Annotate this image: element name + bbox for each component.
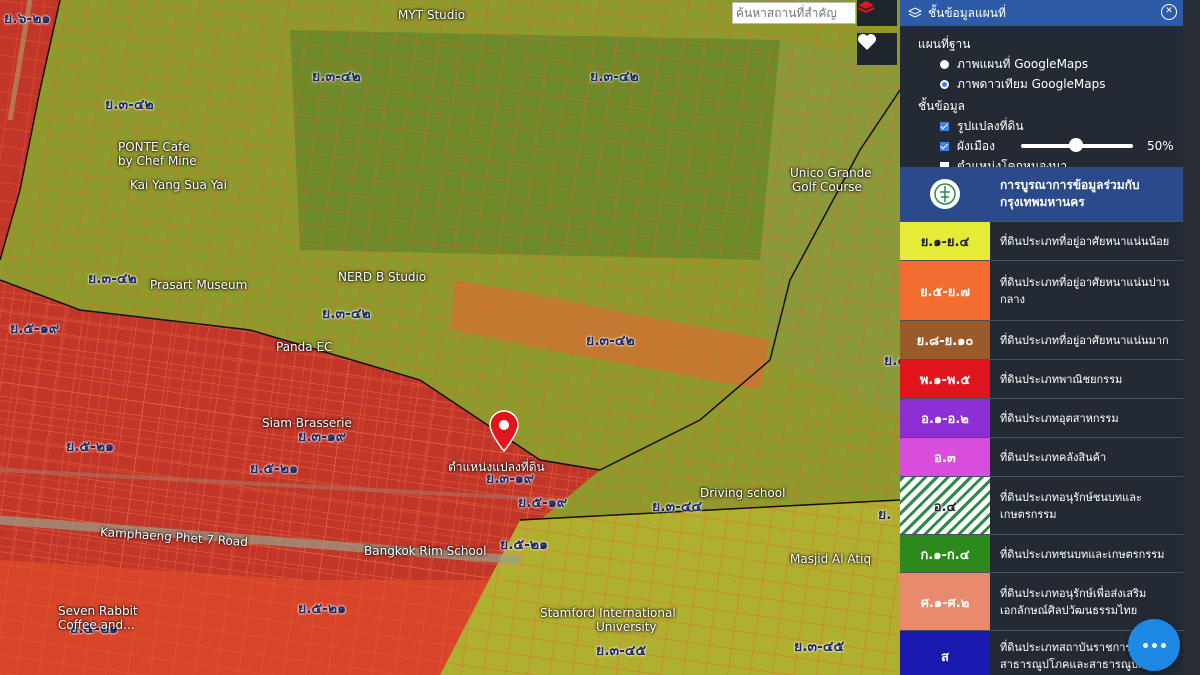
opacity-value: 50% [1146, 139, 1174, 153]
legend-description: ที่ดินประเภทที่อยู่อาศัยหนาแน่นน้อย [1000, 235, 1170, 248]
marker-label: ตำแหน่งแปลงที่ดิน [448, 460, 545, 474]
checkbox[interactable] [940, 121, 949, 131]
legend-row: ก.๑-ก.๔ ที่ดินประเภทชนบทและเกษตรกรรม [900, 534, 1183, 573]
favorite-button[interactable] [857, 33, 897, 65]
place-label: Coffee and... [58, 618, 135, 632]
dot [1160, 642, 1166, 648]
legend-description: ที่ดินประเภทพาณิชยกรรม [1000, 373, 1123, 386]
bma-logo [930, 179, 960, 209]
legend-swatch: ย.๘-ย.๑๐ [900, 321, 990, 360]
place-label: University [596, 620, 657, 634]
place-label: Bangkok Rim School [364, 544, 487, 558]
legend-swatch: ศ.๑-ศ.๒ [900, 573, 990, 631]
layers-icon [857, 1, 875, 14]
zone-label: ย.๖-๒๑ [4, 11, 51, 27]
slider-handle[interactable] [1068, 138, 1083, 152]
heart-icon [858, 34, 876, 50]
checkbox[interactable] [940, 141, 949, 151]
dot [1142, 642, 1148, 648]
zone-label: ย.๕-๑๙ [518, 495, 568, 511]
place-label: MYT Studio [398, 8, 466, 22]
panel-header: ชั้นข้อมูลแผนที่ ✕ [900, 0, 1183, 26]
legend-swatch: อ.๓ [900, 438, 990, 477]
option-label: ภาพแผนที่ GoogleMaps [957, 56, 1089, 71]
legend-description: ที่ดินประเภทอนุรักษ์ชนบทและเกษตรกรรม [1000, 491, 1142, 521]
legend-swatch: ย.๑-ย.๔ [900, 222, 990, 261]
zone-label: ย.๓-๔๒ [586, 333, 635, 349]
zone-label: ย.๓-๔๒ [105, 97, 154, 113]
place-label: PONTE Cafe [118, 140, 190, 154]
place-label: Seven Rabbit [58, 604, 138, 618]
legend-swatch: พ.๑-พ.๕ [900, 360, 990, 399]
place-label: Siam Brasserie [262, 416, 352, 430]
zone-label: ย.๓-๔๒ [322, 306, 371, 322]
bma-text: กรุงเทพมหานคร [1000, 195, 1085, 209]
legend-row: อ.๔ ที่ดินประเภทอนุรักษ์ชนบทและเกษตรกรรม [900, 476, 1183, 535]
legend-description: ที่ดินประเภทชนบทและเกษตรกรรม [1000, 547, 1165, 561]
layer-option-cityplan[interactable]: ผังเมือง 50% [900, 136, 1183, 156]
layers-icon [908, 7, 922, 18]
option-label: ภาพดาวเทียม GoogleMaps [957, 76, 1106, 91]
legend-swatch: ส [900, 631, 990, 675]
bma-integration-banner: การบูรณาการข้อมูลร่วมกับ กรุงเทพมหานคร [900, 167, 1183, 221]
zone-label: ย.๕-๒๑ [66, 439, 115, 455]
basemap-heading: แผนที่ฐาน [918, 37, 971, 51]
legend-description: ที่ดินประเภทคลังสินค้า [1000, 451, 1107, 464]
legend-row: ย.๕-ย.๗ ที่ดินประเภทที่อยู่อาศัยหนาแน่นปา… [900, 260, 1183, 321]
zone-label: ย.๓-๔๒ [88, 271, 137, 287]
zone-label: ย.๕-๒๑ [250, 461, 299, 477]
legend-swatch: ย.๕-ย.๗ [900, 261, 990, 321]
place-label: Prasart Museum [150, 278, 248, 292]
layer-option-parcels[interactable]: รูปแปลงที่ดิน [900, 116, 1183, 136]
place-label: by Chef Mine [118, 154, 197, 168]
legend-row: อ.๓ ที่ดินประเภทคลังสินค้า [900, 437, 1183, 477]
zone-label: ย.๓-๔๕ [794, 639, 845, 655]
close-icon[interactable]: ✕ [1161, 4, 1177, 20]
legend-swatch: อ.๑-อ.๒ [900, 399, 990, 438]
legend-description: ที่ดินประเภทที่อยู่อาศัยหนาแน่นปานกลาง [1000, 276, 1170, 306]
map-layers-panel: ชั้นข้อมูลแผนที่ ✕ แผนที่ฐาน ภาพแผนที่ G… [900, 0, 1183, 675]
zone-label: ย.๕ [884, 353, 900, 369]
search-input[interactable] [732, 2, 856, 24]
place-label: Unico Grande [790, 166, 872, 180]
place-label: Driving school [700, 486, 786, 500]
place-label: NERD B Studio [338, 270, 427, 284]
zone-label: ย.๓-๔๔ [652, 499, 703, 515]
layers-heading: ชั้นข้อมูล [918, 99, 966, 113]
legend-row: ย.๑-ย.๔ ที่ดินประเภทที่อยู่อาศัยหนาแน่นน้… [900, 221, 1183, 261]
radio-button[interactable] [940, 79, 949, 89]
map-canvas[interactable]: ย.๖-๒๑ ย.๓-๔๒ ย.๓-๔๒ ย.๓-๔๒ ย.๓-๔๒ ย.๓-๔… [0, 0, 900, 675]
place-label: Stamford International [540, 606, 676, 620]
zone-label: ย.๓-๔๒ [590, 69, 639, 85]
zone-label: ย. [878, 507, 892, 523]
place-label: Panda EC [276, 340, 333, 354]
opacity-slider[interactable] [1020, 138, 1133, 152]
bma-text: การบูรณาการข้อมูลร่วมกับ [1000, 178, 1140, 192]
zone-label: ย.๕-๒๑ [500, 537, 549, 553]
legend-row: อ.๑-อ.๒ ที่ดินประเภทอุตสาหกรรม [900, 398, 1183, 438]
layers-button[interactable] [857, 0, 897, 26]
legend-row: ย.๘-ย.๑๐ ที่ดินประเภทที่อยู่อาศัยหนาแน่นม… [900, 320, 1183, 360]
place-label: Kai Yang Sua Yai [130, 178, 227, 192]
legend-swatch: ก.๑-ก.๔ [900, 535, 990, 573]
zone-label: ย.๓-๔๕ [596, 643, 647, 659]
basemap-option-map[interactable]: ภาพแผนที่ GoogleMaps [900, 54, 1183, 74]
legend-description: ที่ดินประเภทที่อยู่อาศัยหนาแน่นมาก [1000, 334, 1169, 347]
zone-label: ย.๓-๔๒ [312, 69, 361, 85]
legend-swatch: อ.๔ [900, 477, 990, 535]
place-label: Golf Course [792, 180, 862, 194]
more-options-button[interactable] [1128, 619, 1180, 671]
zone-label: ย.๕-๑๙ [10, 321, 60, 337]
basemap-option-satellite[interactable]: ภาพดาวเทียม GoogleMaps [900, 74, 1183, 94]
option-label: ผังเมือง [957, 138, 995, 153]
panel-title: ชั้นข้อมูลแผนที่ [928, 5, 1006, 20]
radio-button[interactable] [940, 59, 949, 69]
place-label: Masjid Al Atiq [790, 552, 872, 566]
dot [1151, 642, 1157, 648]
legend-description: ที่ดินประเภทอุตสาหกรรม [1000, 412, 1119, 425]
zone-label: ย.๕-๒๑ [298, 601, 347, 617]
option-label: รูปแปลงที่ดิน [957, 118, 1024, 133]
map-pin-icon[interactable] [488, 410, 520, 452]
legend-row: พ.๑-พ.๕ ที่ดินประเภทพาณิชยกรรม [900, 359, 1183, 399]
